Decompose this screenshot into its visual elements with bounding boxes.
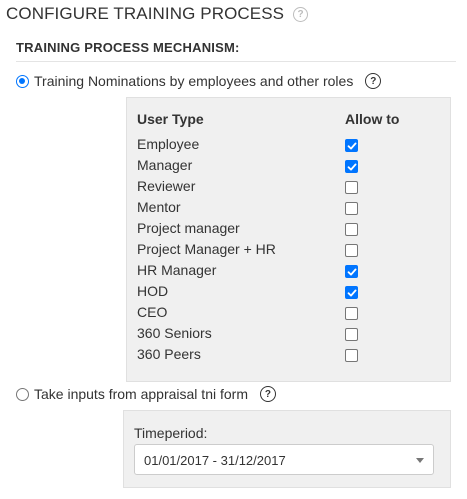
roles-panel: User Type Allow to Employee Manager Review… <box>126 97 451 382</box>
allow-checkbox[interactable] <box>345 349 358 362</box>
allow-checkbox[interactable] <box>345 307 358 320</box>
option-appraisal-tni[interactable]: Take inputs from appraisal tni form ? <box>16 386 276 402</box>
timeperiod-label: Timeperiod: <box>134 425 208 441</box>
role-name: Reviewer <box>137 178 196 194</box>
role-name: 360 Peers <box>137 346 201 362</box>
timeperiod-value: 01/01/2017 - 31/12/2017 <box>144 453 286 468</box>
allow-checkbox[interactable] <box>345 244 358 257</box>
option-nominations[interactable]: Training Nominations by employees and ot… <box>16 73 382 89</box>
allow-checkbox[interactable] <box>345 139 358 152</box>
appraisal-tni-label[interactable]: Take inputs from appraisal tni form <box>34 386 248 402</box>
role-row: 360 Seniors <box>127 323 450 344</box>
question-circle-icon[interactable]: ? <box>293 6 309 22</box>
caret-down-icon <box>416 458 424 463</box>
role-name: CEO <box>137 304 168 320</box>
allow-checkbox[interactable] <box>345 223 358 236</box>
question-circle-icon[interactable]: ? <box>365 73 382 89</box>
role-name: 360 Seniors <box>137 325 212 341</box>
allow-checkbox[interactable] <box>345 160 358 173</box>
role-name: Project manager <box>137 220 240 236</box>
nominations-label[interactable]: Training Nominations by employees and ot… <box>34 73 353 89</box>
role-row: Employee <box>127 134 450 155</box>
role-row: HR Manager <box>127 260 450 281</box>
role-name: Project Manager + HR <box>137 241 276 257</box>
role-row: 360 Peers <box>127 344 450 365</box>
role-name: HR Manager <box>137 262 217 278</box>
allow-checkbox[interactable] <box>345 265 358 278</box>
role-name: Mentor <box>137 199 181 215</box>
timeperiod-select[interactable]: 01/01/2017 - 31/12/2017 <box>134 444 434 475</box>
allow-checkbox[interactable] <box>345 202 358 215</box>
allow-checkbox[interactable] <box>345 286 358 299</box>
role-row: Project manager <box>127 218 450 239</box>
role-row: Reviewer <box>127 176 450 197</box>
role-name: Manager <box>137 157 193 173</box>
role-name: HOD <box>137 283 169 299</box>
user-type-header: User Type <box>137 111 204 127</box>
allow-checkbox[interactable] <box>345 181 358 194</box>
role-row: CEO <box>127 302 450 323</box>
page-title: CONFIGURE TRAINING PROCESS <box>6 4 285 23</box>
timeperiod-panel: Timeperiod: 01/01/2017 - 31/12/2017 <box>123 410 451 488</box>
page-title-row: CONFIGURE TRAINING PROCESS ? <box>6 4 309 24</box>
role-name: Employee <box>137 136 200 152</box>
nominations-radio[interactable] <box>16 74 29 88</box>
role-row: Mentor <box>127 197 450 218</box>
role-row: HOD <box>127 281 450 302</box>
allow-checkbox[interactable] <box>345 328 358 341</box>
role-row: Project Manager + HR <box>127 239 450 260</box>
section-heading: TRAINING PROCESS MECHANISM: <box>16 40 456 62</box>
role-row: Manager <box>127 155 450 176</box>
allow-to-header: Allow to <box>345 111 400 127</box>
question-circle-icon[interactable]: ? <box>259 386 276 402</box>
appraisal-tni-radio[interactable] <box>16 387 29 401</box>
